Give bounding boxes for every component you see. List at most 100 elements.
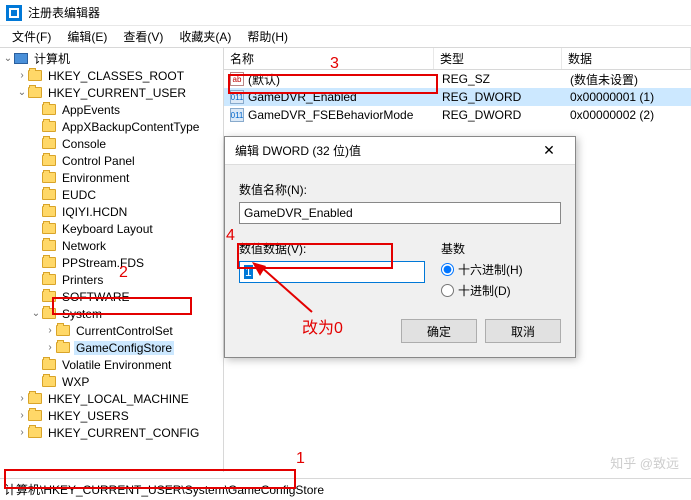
window-title: 注册表编辑器 [28,4,100,21]
chevron-right-icon[interactable] [16,393,28,404]
cancel-button[interactable]: 取消 [485,319,561,343]
tree-hkcc[interactable]: HKEY_CURRENT_CONFIG [0,424,223,441]
tree-label: HKEY_USERS [46,409,131,423]
menu-view[interactable]: 查看(V) [115,26,171,47]
tree-hku[interactable]: HKEY_USERS [0,407,223,424]
tree-item[interactable]: AppXBackupContentType [0,118,223,135]
chevron-right-icon[interactable] [44,342,56,353]
menu-favorites[interactable]: 收藏夹(A) [171,26,239,47]
table-row[interactable]: 011GameDVR_EnabledREG_DWORD0x00000001 (1… [224,88,691,106]
folder-icon [28,427,42,438]
tree-item[interactable]: Printers [0,271,223,288]
tree-item[interactable]: AppEvents [0,101,223,118]
table-row[interactable]: ab(默认)REG_SZ(数值未设置) [224,70,691,88]
ok-button[interactable]: 确定 [401,319,477,343]
dialog-titlebar[interactable]: 编辑 DWORD (32 位)值 ✕ [225,137,575,165]
value-icon: ab [230,72,244,86]
menu-help[interactable]: 帮助(H) [239,26,296,47]
tree-item[interactable]: SOFTWARE [0,288,223,305]
folder-icon [42,104,56,115]
tree-label: Console [60,137,108,151]
tree-root[interactable]: 计算机 [0,50,223,67]
column-type[interactable]: 类型 [434,48,562,69]
tree-hkcr[interactable]: HKEY_CLASSES_ROOT [0,67,223,84]
value-data-field[interactable]: 1 [239,261,425,283]
tree-label: Environment [60,171,131,185]
column-data[interactable]: 数据 [562,48,691,69]
regedit-icon [6,5,22,21]
tree-label: HKEY_CURRENT_CONFIG [46,426,201,440]
tree-label: Network [60,239,108,253]
value-data-selection: 1 [244,265,253,279]
chevron-down-icon[interactable] [16,87,28,98]
tree-item[interactable]: Keyboard Layout [0,220,223,237]
cell-name: GameDVR_FSEBehaviorMode [248,108,436,122]
tree-pane[interactable]: 计算机 HKEY_CLASSES_ROOT HKEY_CURRENT_USER … [0,48,224,472]
base-group-label: 基数 [441,240,561,257]
tree-item[interactable]: Network [0,237,223,254]
tree-item[interactable]: EUDC [0,186,223,203]
dialog-title: 编辑 DWORD (32 位)值 [235,142,361,159]
chevron-right-icon[interactable] [16,427,28,438]
tree-label: Keyboard Layout [60,222,155,236]
menubar: 文件(F) 编辑(E) 查看(V) 收藏夹(A) 帮助(H) [0,26,691,48]
dialog-body: 数值名称(N): 数值数据(V): 1 基数 十六进制(H) 十进制(D) 确定… [225,165,575,357]
radix-dec-radio[interactable] [441,284,454,297]
folder-icon [42,155,56,166]
folder-icon [42,206,56,217]
folder-icon [42,138,56,149]
tree-label: System [60,307,104,321]
tree-item[interactable]: PPStream.FDS [0,254,223,271]
chevron-down-icon[interactable] [30,308,42,319]
edit-dword-dialog: 编辑 DWORD (32 位)值 ✕ 数值名称(N): 数值数据(V): 1 基… [224,136,576,358]
tree-label: EUDC [60,188,98,202]
folder-icon [42,223,56,234]
tree-hkcu[interactable]: HKEY_CURRENT_USER [0,84,223,101]
value-name-label: 数值名称(N): [239,181,561,198]
chevron-right-icon[interactable] [16,70,28,81]
tree-label: PPStream.FDS [60,256,146,270]
tree-label: Printers [60,273,105,287]
folder-icon [42,121,56,132]
tree-system[interactable]: System [0,305,223,322]
menu-edit[interactable]: 编辑(E) [59,26,115,47]
chevron-down-icon[interactable] [2,53,14,64]
tree-label: HKEY_CURRENT_USER [46,86,188,100]
tree-label: HKEY_LOCAL_MACHINE [46,392,191,406]
cell-data: (数值未设置) [564,71,691,88]
tree-item[interactable]: Environment [0,169,223,186]
folder-icon [28,410,42,421]
tree-label: HKEY_CLASSES_ROOT [46,69,186,83]
chevron-right-icon[interactable] [44,325,56,336]
folder-icon [42,376,56,387]
table-row[interactable]: 011GameDVR_FSEBehaviorModeREG_DWORD0x000… [224,106,691,124]
menu-file[interactable]: 文件(F) [4,26,59,47]
watermark: 知乎 @致远 [610,453,679,472]
radix-dec[interactable]: 十进制(D) [441,282,561,299]
cell-data: 0x00000001 (1) [564,90,691,104]
tree-item[interactable]: IQIYI.HCDN [0,203,223,220]
folder-icon [42,308,56,319]
value-data-label: 数值数据(V): [239,240,425,257]
tree-currentcontrolset[interactable]: CurrentControlSet [0,322,223,339]
tree-item[interactable]: Control Panel [0,152,223,169]
radix-hex[interactable]: 十六进制(H) [441,261,561,278]
tree-label: GameConfigStore [74,341,174,355]
cell-type: REG_SZ [436,72,564,86]
tree-label: SOFTWARE [60,290,132,304]
tree-item[interactable]: Volatile Environment [0,356,223,373]
radix-hex-radio[interactable] [441,263,454,276]
folder-icon [42,274,56,285]
tree-gameconfigstore[interactable]: GameConfigStore [0,339,223,356]
folder-icon [56,342,70,353]
close-icon[interactable]: ✕ [533,142,565,159]
cell-name: GameDVR_Enabled [248,90,436,104]
chevron-right-icon[interactable] [16,410,28,421]
tree-item[interactable]: WXP [0,373,223,390]
tree-label: AppXBackupContentType [60,120,201,134]
tree-item[interactable]: Console [0,135,223,152]
statusbar: 计算机\HKEY_CURRENT_USER\System\GameConfigS… [0,478,691,500]
column-name[interactable]: 名称 [224,48,434,69]
tree-hklm[interactable]: HKEY_LOCAL_MACHINE [0,390,223,407]
value-name-field[interactable] [239,202,561,224]
